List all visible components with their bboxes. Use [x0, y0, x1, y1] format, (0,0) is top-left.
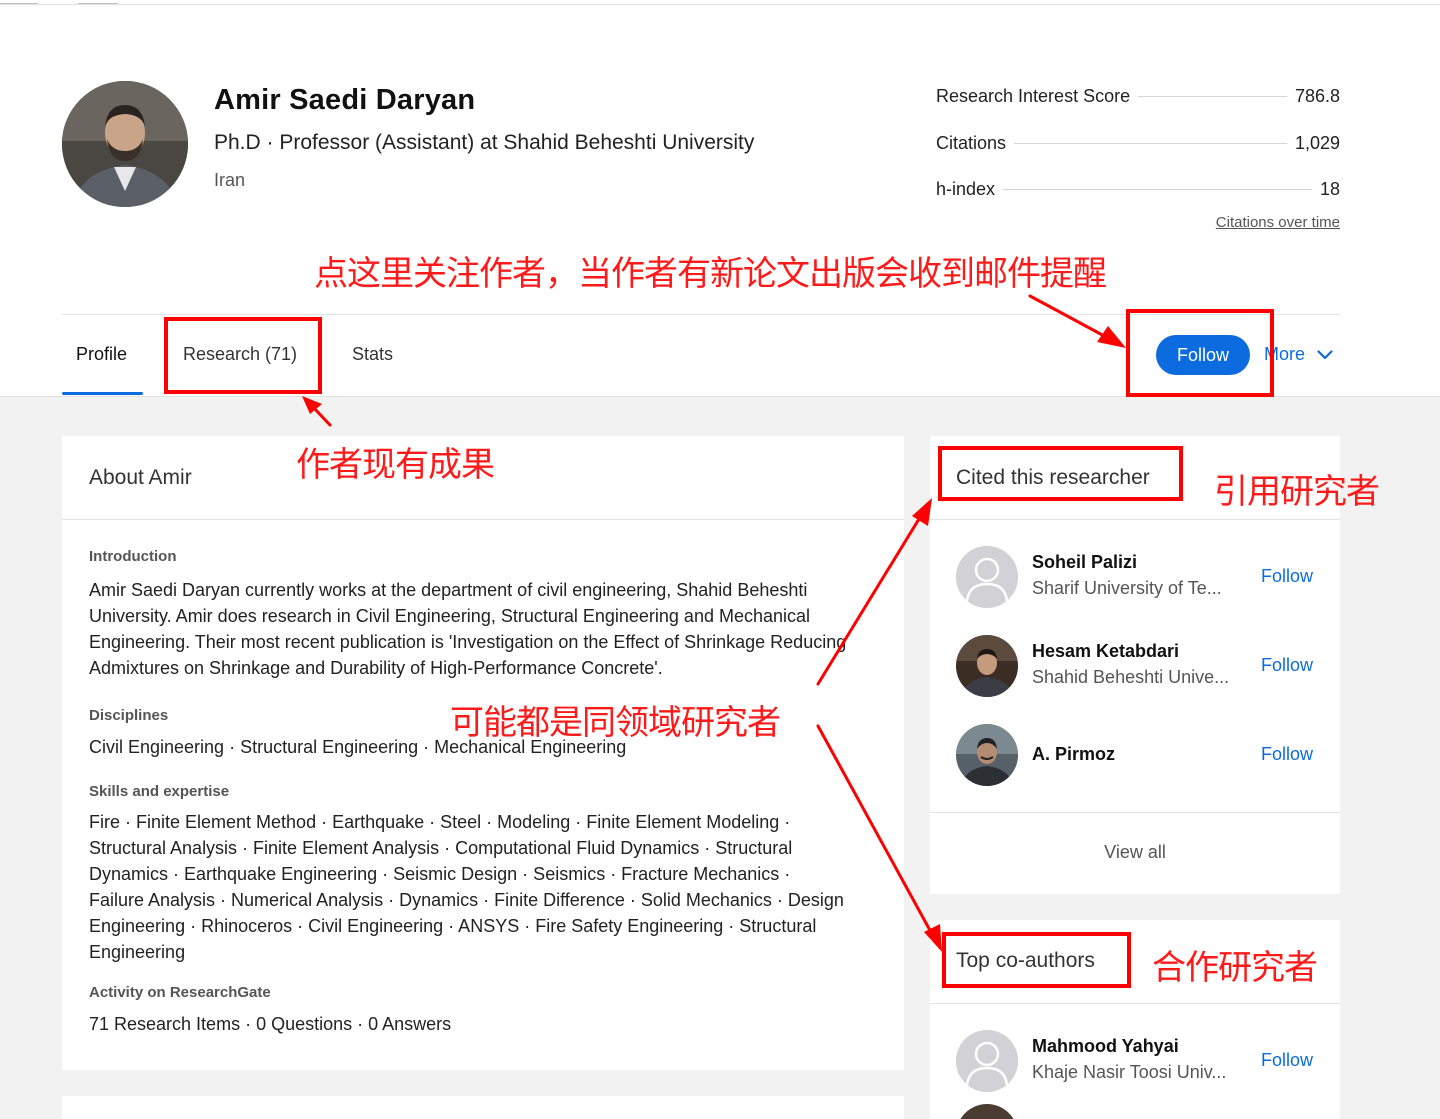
- about-divider: [62, 519, 904, 520]
- avatar[interactable]: [956, 1030, 1018, 1092]
- stat-leader-line: [1138, 95, 1287, 97]
- stat-leader-line: [1014, 142, 1287, 144]
- avatar[interactable]: [956, 635, 1018, 697]
- citations-over-time-link[interactable]: Citations over time: [1216, 214, 1340, 231]
- person-institution: Sharif University of Te...: [1032, 578, 1222, 598]
- stat-value: 786.8: [1294, 85, 1340, 106]
- person-name[interactable]: Soheil Palizi: [1032, 552, 1137, 573]
- cited-divider: [930, 519, 1340, 520]
- intro-label: Introduction: [89, 548, 177, 565]
- top-tick: [0, 3, 38, 4]
- avatar[interactable]: [956, 546, 1018, 608]
- person-name[interactable]: Mahmood Yahyai: [1032, 1036, 1179, 1057]
- list-item[interactable]: A. Pirmoz Follow: [956, 724, 1340, 788]
- skills-label: Skills and expertise: [89, 783, 230, 800]
- profile-avatar[interactable]: [62, 81, 188, 207]
- stat-value: 1,029: [1294, 132, 1340, 153]
- stat-leader-line: [1003, 188, 1312, 190]
- about-card: About Amir Introduction Amir Saedi Darya…: [62, 436, 904, 1070]
- person-institution: Shahid Beheshti Unive...: [1032, 667, 1230, 687]
- top-divider: [0, 4, 1440, 5]
- view-all-link[interactable]: View all: [930, 842, 1340, 863]
- activity-label: Activity on ResearchGate: [89, 984, 271, 1001]
- top-tick: [78, 3, 118, 4]
- annotation-coauthors-box: [942, 932, 1131, 988]
- tab-profile[interactable]: Profile: [76, 344, 127, 365]
- stat-label: Citations: [936, 132, 1007, 153]
- avatar[interactable]: [956, 1104, 1018, 1119]
- person-name[interactable]: Hesam Ketabdari: [1032, 641, 1179, 662]
- follow-person-button[interactable]: Follow: [1261, 566, 1313, 587]
- annotation-research-box: [164, 317, 322, 394]
- about-title: About Amir: [89, 466, 192, 489]
- active-tab-indicator: [62, 392, 143, 395]
- person-institution: Khaje Nasir Toosi Univ...: [1032, 1062, 1227, 1082]
- disciplines-label: Disciplines: [89, 707, 169, 724]
- stat-citations: Citations 1,029: [936, 130, 1340, 156]
- person-name[interactable]: A. Pirmoz: [1032, 744, 1115, 765]
- list-item[interactable]: Soheil Palizi Sharif University of Te...…: [956, 546, 1340, 610]
- activity-text: 71 Research Items · 0 Questions · 0 Answ…: [89, 1014, 452, 1034]
- stat-label: h-index: [936, 178, 996, 199]
- annotation-coauthor-note: 合作研究者: [1152, 948, 1318, 988]
- stat-research-interest: Research Interest Score 786.8: [936, 83, 1340, 109]
- list-item[interactable]: Hesam Ketabdari Shahid Beheshti Unive...…: [956, 635, 1340, 699]
- annotation-cited-box: [938, 446, 1183, 501]
- avatar[interactable]: [956, 724, 1018, 786]
- annotation-follow-note: 点这里关注作者，当作者有新论文出版会收到邮件提醒: [314, 254, 1107, 294]
- stat-h-index: h-index 18: [936, 176, 1340, 202]
- follow-person-button[interactable]: Follow: [1261, 1050, 1313, 1071]
- next-card: [62, 1096, 904, 1119]
- profile-position: Ph.D · Professor (Assistant) at Shahid B…: [214, 131, 755, 154]
- annotation-field-note: 可能都是同领域研究者: [450, 703, 781, 743]
- stat-label: Research Interest Score: [936, 85, 1131, 106]
- annotation-research-note: 作者现有成果: [296, 445, 495, 485]
- annotation-follow-box: [1126, 309, 1274, 397]
- intro-text: Amir Saedi Daryan currently works at the…: [89, 580, 847, 678]
- profile-name: Amir Saedi Daryan: [214, 84, 476, 116]
- tab-stats[interactable]: Stats: [352, 344, 393, 365]
- more-button[interactable]: More: [1264, 344, 1333, 365]
- chevron-down-icon: [1317, 349, 1333, 359]
- skills-text[interactable]: Fire · Finite Element Method · Earthquak…: [89, 809, 849, 965]
- follow-person-button[interactable]: Follow: [1261, 655, 1313, 676]
- annotation-cited-note: 引用研究者: [1214, 472, 1380, 512]
- coauthors-divider: [930, 1003, 1340, 1004]
- profile-country: Iran: [214, 170, 246, 190]
- cited-footer-divider: [930, 812, 1340, 813]
- list-item[interactable]: Mahmood Yahyai Khaje Nasir Toosi Univ...…: [956, 1030, 1340, 1094]
- follow-person-button[interactable]: Follow: [1261, 744, 1313, 765]
- stat-value: 18: [1319, 178, 1340, 199]
